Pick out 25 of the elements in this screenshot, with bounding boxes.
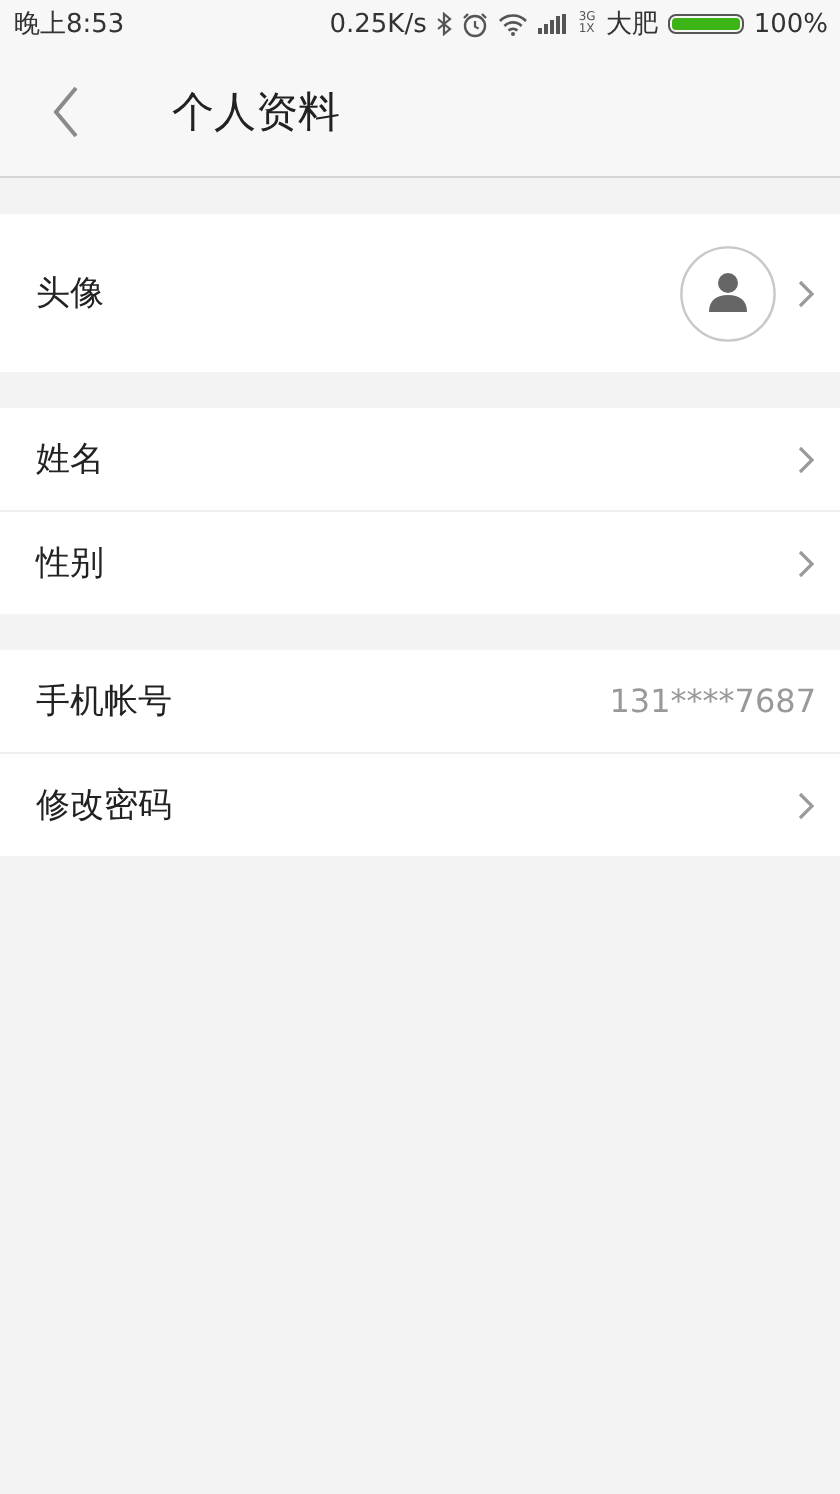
signal-icon [538,14,569,34]
settings-row[interactable]: 头像 [0,214,840,372]
alarm-icon [462,11,489,37]
settings-row[interactable]: 姓名 [0,408,840,512]
row-label: 修改密码 [36,784,172,828]
chevron-right-icon [796,549,816,577]
row-label: 头像 [36,272,104,316]
page-title: 个人资料 [172,86,340,140]
carrier-name: 大肥 [605,8,658,42]
bluetooth-icon [436,12,453,36]
settings-row[interactable]: 性别 [0,512,840,614]
row-label: 姓名 [36,438,104,482]
avatar-icon [680,245,776,341]
battery-percent: 100% [753,9,828,39]
row-label: 性别 [36,542,104,586]
network-speed: 0.25K/s [329,9,427,39]
chevron-right-icon [796,791,816,819]
clock-time: 晚上8:53 [14,8,125,42]
settings-row[interactable]: 修改密码 [0,754,840,856]
chevron-right-icon [796,445,816,473]
phone-number: 131****7687 [609,682,816,720]
row-label: 手机帐号 [36,680,172,724]
chevron-right-icon [796,279,816,307]
wifi-icon [498,12,529,36]
battery-icon [667,14,744,34]
